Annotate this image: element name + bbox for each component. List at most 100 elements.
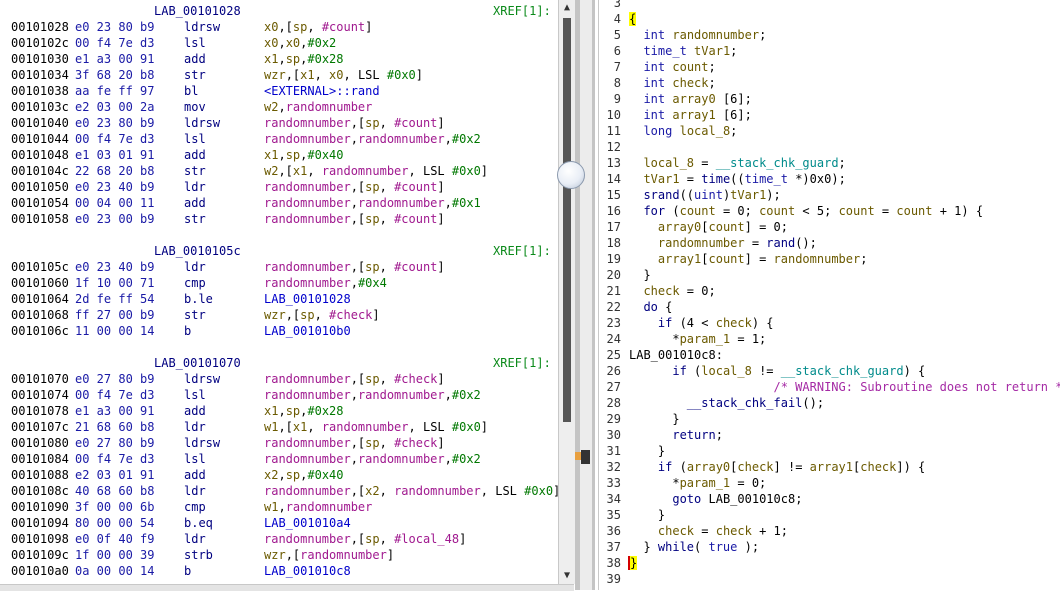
instruction-address[interactable]: 0010108c — [11, 483, 69, 499]
decompiler-line[interactable]: 38} — [599, 555, 1060, 571]
instruction-mnemonic[interactable]: b.le — [184, 291, 213, 307]
xref-link[interactable]: XREF[1]: — [493, 3, 551, 19]
decompiler-line[interactable]: 23 if (4 < check) { — [599, 315, 1060, 331]
instruction-operands[interactable]: randomnumber,randomnumber,#0x2 — [264, 131, 481, 147]
instruction-operands[interactable]: randomnumber,[sp, #count] — [264, 259, 445, 275]
code-text[interactable]: goto LAB_001010c8; — [629, 491, 802, 507]
instruction-operands[interactable]: randomnumber,[sp, #local_48] — [264, 531, 466, 547]
instruction-address[interactable]: 00101084 — [11, 451, 69, 467]
instruction-row[interactable]: 0010102c 00 f4 7e d3 lsl x0,x0,#0x2 — [0, 35, 558, 51]
code-text[interactable]: LAB_001010c8: — [629, 347, 723, 363]
instruction-address[interactable]: 00101048 — [11, 147, 69, 163]
instruction-operands[interactable]: w1,randomnumber — [264, 499, 372, 515]
instruction-mnemonic[interactable]: ldr — [184, 531, 206, 547]
instruction-mnemonic[interactable]: ldr — [184, 483, 206, 499]
instruction-row[interactable]: 00101078 e1 a3 00 91 add x1,sp,#0x28 — [0, 403, 558, 419]
code-text[interactable]: int check; — [629, 75, 715, 91]
code-text[interactable]: if (4 < check) { — [629, 315, 774, 331]
code-text[interactable]: if (array0[check] != array1[check]) { — [629, 459, 925, 475]
decompiler-line[interactable]: 5 int randomnumber; — [599, 27, 1060, 43]
instruction-row[interactable]: 00101038 aa fe ff 97 bl <EXTERNAL>::rand — [0, 83, 558, 99]
instruction-row[interactable]: 00101090 3f 00 00 6b cmp w1,randomnumber — [0, 499, 558, 515]
instruction-address[interactable]: 0010107c — [11, 419, 69, 435]
scroll-up-icon[interactable]: ▲ — [559, 0, 575, 16]
decompiler-line[interactable]: 6 time_t tVar1; — [599, 43, 1060, 59]
instruction-mnemonic[interactable]: str — [184, 67, 206, 83]
code-text[interactable]: randomnumber = rand(); — [629, 235, 817, 251]
code-text[interactable]: *param_1 = 1; — [629, 331, 766, 347]
instruction-row[interactable]: 00101098 e0 0f 40 f9 ldr randomnumber,[sp, … — [0, 531, 558, 547]
decompiler-line[interactable]: 28 __stack_chk_fail(); — [599, 395, 1060, 411]
decompiler-line[interactable]: 4{ — [599, 11, 1060, 27]
decompiler-line[interactable]: 34 goto LAB_001010c8; — [599, 491, 1060, 507]
instruction-operands[interactable]: w2,[x1, randomnumber, LSL #0x0] — [264, 163, 488, 179]
decompiler-line[interactable]: 11 long local_8; — [599, 123, 1060, 139]
instruction-address[interactable]: 00101068 — [11, 307, 69, 323]
instruction-operands[interactable]: wzr,[randomnumber] — [264, 547, 394, 563]
instruction-mnemonic[interactable]: ldr — [184, 419, 206, 435]
decompiler-line[interactable]: 29 } — [599, 411, 1060, 427]
instruction-address[interactable]: 00101028 — [11, 19, 69, 35]
decompiler-line[interactable]: 8 int check; — [599, 75, 1060, 91]
code-text[interactable]: array0[count] = 0; — [629, 219, 788, 235]
code-text[interactable]: check = check + 1; — [629, 523, 788, 539]
decompiler-line[interactable]: 36 check = check + 1; — [599, 523, 1060, 539]
overview-margin[interactable] — [580, 0, 592, 590]
instruction-mnemonic[interactable]: cmp — [184, 275, 206, 291]
instruction-address[interactable]: 001010a0 — [11, 563, 69, 579]
instruction-address[interactable]: 00101094 — [11, 515, 69, 531]
code-text[interactable]: local_8 = __stack_chk_guard; — [629, 155, 845, 171]
decompiler-line[interactable]: 12 — [599, 139, 1060, 155]
instruction-row[interactable]: 001010a0 0a 00 00 14 b LAB_001010c8 — [0, 563, 558, 579]
decompiler-view[interactable]: 3 4{5 int randomnumber; 6 time_t tVar1; 7 i… — [598, 0, 1060, 590]
instruction-mnemonic[interactable]: strb — [184, 547, 213, 563]
instruction-address[interactable]: 00101064 — [11, 291, 69, 307]
instruction-address[interactable]: 00101078 — [11, 403, 69, 419]
xref-link[interactable]: XREF[1]: — [493, 243, 551, 259]
instruction-row[interactable]: 00101054 00 04 00 11 add randomnumber,rando… — [0, 195, 558, 211]
instruction-mnemonic[interactable]: b — [184, 563, 191, 579]
code-text[interactable]: __stack_chk_fail(); — [629, 395, 824, 411]
instruction-row[interactable]: 00101048 e1 03 01 91 add x1,sp,#0x40 — [0, 147, 558, 163]
instruction-row[interactable]: 0010107c 21 68 60 b8 ldr w1,[x1, randomnumb… — [0, 419, 558, 435]
decompiler-line[interactable]: 15 srand((uint)tVar1); — [599, 187, 1060, 203]
instruction-operands[interactable]: randomnumber,[sp, #check] — [264, 435, 445, 451]
instruction-address[interactable]: 00101050 — [11, 179, 69, 195]
instruction-row[interactable]: 00101060 1f 10 00 71 cmp randomnumber,#0x4 — [0, 275, 558, 291]
decompiler-line[interactable]: 17 array0[count] = 0; — [599, 219, 1060, 235]
code-text[interactable]: *param_1 = 0; — [629, 475, 766, 491]
decompiler-line[interactable]: 14 tVar1 = time((time_t *)0x0); — [599, 171, 1060, 187]
instruction-mnemonic[interactable]: lsl — [184, 35, 206, 51]
decompiler-line[interactable]: 32 if (array0[check] != array1[check]) { — [599, 459, 1060, 475]
decompiler-line[interactable]: 31 } — [599, 443, 1060, 459]
decompiler-line[interactable]: 21 check = 0; — [599, 283, 1060, 299]
instruction-row[interactable]: 00101030 e1 a3 00 91 add x1,sp,#0x28 — [0, 51, 558, 67]
decompiler-line[interactable]: 22 do { — [599, 299, 1060, 315]
code-text[interactable]: int array0 [6]; — [629, 91, 751, 107]
instruction-operands[interactable]: randomnumber,[sp, #check] — [264, 371, 445, 387]
decompiler-line[interactable]: 25 LAB_001010c8: — [599, 347, 1060, 363]
decompiler-line[interactable]: 26 if (local_8 != __stack_chk_guard) { — [599, 363, 1060, 379]
code-label[interactable]: LAB_00101028 — [154, 3, 241, 19]
instruction-mnemonic[interactable]: lsl — [184, 131, 206, 147]
instruction-row[interactable]: 00101068 ff 27 00 b9 str wzr,[sp, #check] — [0, 307, 558, 323]
scroll-down-icon[interactable]: ▼ — [559, 568, 575, 584]
instruction-mnemonic[interactable]: add — [184, 147, 206, 163]
instruction-operands[interactable]: LAB_001010c8 — [264, 563, 351, 579]
instruction-row[interactable]: 00101080 e0 27 80 b9 ldrsw randomnumber,[sp… — [0, 435, 558, 451]
instruction-row[interactable]: 0010105c e0 23 40 b9 ldr randomnumber,[sp, … — [0, 259, 558, 275]
instruction-operands[interactable]: LAB_001010b0 — [264, 323, 351, 339]
listing-label-row[interactable]: LAB_00101070 XREF[1]: — [0, 355, 558, 371]
instruction-row[interactable]: 0010109c 1f 00 00 39 strb wzr,[randomnumber… — [0, 547, 558, 563]
code-text[interactable]: time_t tVar1; — [629, 43, 737, 59]
instruction-mnemonic[interactable]: cmp — [184, 499, 206, 515]
instruction-mnemonic[interactable]: bl — [184, 83, 198, 99]
instruction-mnemonic[interactable]: str — [184, 307, 206, 323]
instruction-operands[interactable]: LAB_00101028 — [264, 291, 351, 307]
instruction-operands[interactable]: randomnumber,[sp, #count] — [264, 211, 445, 227]
instruction-row[interactable]: 0010108c 40 68 60 b8 ldr randomnumber,[x2, … — [0, 483, 558, 499]
instruction-mnemonic[interactable]: ldr — [184, 179, 206, 195]
instruction-address[interactable]: 00101040 — [11, 115, 69, 131]
code-text[interactable]: for (count = 0; count < 5; count = count… — [629, 203, 983, 219]
code-label[interactable]: LAB_0010105c — [154, 243, 241, 259]
